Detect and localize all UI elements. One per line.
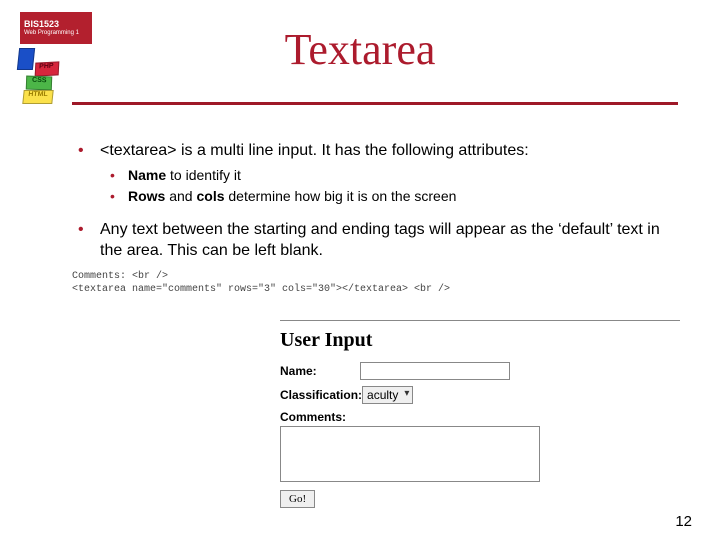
title-rule xyxy=(72,102,678,105)
name-row: Name: xyxy=(280,362,680,380)
form-screenshot: User Input Name: Classification: aculty … xyxy=(280,320,680,508)
bullet-list: <textarea> is a multi line input. It has… xyxy=(72,140,686,262)
form-heading: User Input xyxy=(280,329,680,352)
classification-select[interactable]: aculty xyxy=(362,386,413,404)
block-green: CSS xyxy=(26,76,52,91)
block-green-label: CSS xyxy=(32,77,47,85)
classification-row: Classification: aculty xyxy=(280,386,680,404)
slide-body: <textarea> is a multi line input. It has… xyxy=(72,140,686,274)
classification-value: aculty xyxy=(367,388,398,402)
go-button[interactable]: Go! xyxy=(280,490,315,508)
bullet-2: Any text between the starting and ending… xyxy=(72,219,686,262)
code-line-1: Comments: <br /> xyxy=(72,270,450,283)
sub-2-mid: and xyxy=(165,188,196,204)
sub-2-rest: determine how big it is on the screen xyxy=(225,188,457,204)
name-input[interactable] xyxy=(360,362,510,380)
block-yellow-label: HTML xyxy=(28,91,48,98)
sub-1-rest: to identify it xyxy=(166,167,241,183)
page-number: 12 xyxy=(675,513,692,530)
comments-label: Comments: xyxy=(280,410,680,424)
name-label: Name: xyxy=(280,364,360,378)
bullet-2-text: Any text between the starting and ending… xyxy=(100,221,660,260)
code-line-2: <textarea name="comments" rows="3" cols=… xyxy=(72,283,450,296)
sub-bullet-2: Rows and cols determine how big it is on… xyxy=(100,187,686,207)
bullet-1: <textarea> is a multi line input. It has… xyxy=(72,140,686,207)
sub-2-bold1: Rows xyxy=(128,188,165,204)
comments-row: Comments: xyxy=(280,410,680,482)
classification-label: Classification: xyxy=(280,388,362,402)
slide-title: Textarea xyxy=(0,24,720,75)
block-yellow: HTML xyxy=(22,90,53,104)
sub-1-bold: Name xyxy=(128,167,166,183)
sub-bullet-1: Name to identify it xyxy=(100,166,686,186)
slide-header: BIS1523 Web Programming 1 PHP CSS HTML T… xyxy=(0,0,720,115)
bullet-1-text: <textarea> is a multi line input. It has… xyxy=(100,142,529,159)
code-snippet: Comments: <br /> <textarea name="comment… xyxy=(72,270,450,296)
comments-textarea[interactable] xyxy=(280,426,540,482)
sub-2-bold2: cols xyxy=(196,188,224,204)
sub-list: Name to identify it Rows and cols determ… xyxy=(100,166,686,207)
go-button-label: Go! xyxy=(289,493,306,505)
